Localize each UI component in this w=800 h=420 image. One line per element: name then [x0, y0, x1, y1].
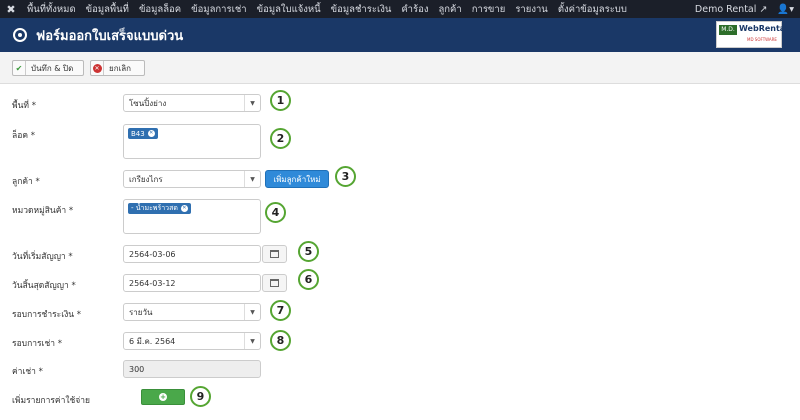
- area-label: พื้นที่ *: [12, 101, 36, 111]
- lock-tag: B43 ✕: [128, 128, 158, 139]
- add-customer-button[interactable]: เพิ่มลูกค้าใหม่: [265, 170, 329, 188]
- rent-round-select[interactable]: 6 มี.ค. 2564 ▼: [123, 332, 261, 350]
- customer-value: เกรียงไกร: [129, 174, 163, 184]
- toolbar: ✔ บันทึก & ปิด ✕ ยกเลิก: [0, 52, 800, 84]
- end-date-label: วันสิ้นสุดสัญญา *: [12, 281, 76, 291]
- cancel-button[interactable]: ✕ ยกเลิก: [90, 60, 145, 76]
- calendar-icon: [270, 250, 279, 258]
- chevron-down-icon: ▼: [244, 304, 260, 320]
- menu-item-payment-data[interactable]: ข้อมูลชำระเงิน: [326, 2, 397, 17]
- category-tag: - น้ำมะพร้าวสด ✕: [128, 203, 191, 214]
- lock-label: ล็อค *: [12, 131, 35, 141]
- start-date-value: 2564-03-06: [129, 249, 176, 259]
- site-name: Demo Rental: [694, 3, 757, 15]
- add-expense-label: เพิ่มรายการค่าใช้จ่าย: [12, 396, 91, 406]
- payment-round-select[interactable]: รายวัน ▼: [123, 303, 261, 321]
- payment-round-label: รอบการชำระเงิน *: [12, 310, 82, 320]
- joomla-icon[interactable]: ✖: [0, 3, 22, 16]
- payment-round-value: รายวัน: [129, 307, 153, 317]
- save-close-label: บันทึก & ปิด: [31, 63, 74, 73]
- category-tag-text: - น้ำมะพร้าวสด: [131, 204, 178, 212]
- step-marker-7: 7: [270, 300, 291, 321]
- cancel-icon: ✕: [91, 61, 104, 75]
- step-marker-1: 1: [270, 90, 291, 111]
- site-link[interactable]: Demo Rental ↗: [695, 4, 767, 15]
- area-select[interactable]: โซนปิ้งย่าง ▼: [123, 94, 261, 112]
- customer-label: ลูกค้า *: [12, 177, 40, 187]
- menu-item-rental-data[interactable]: ข้อมูลการเช่า: [186, 2, 252, 17]
- step-marker-9: 9: [190, 386, 211, 407]
- step-marker-4: 4: [265, 202, 286, 223]
- calendar-icon: [270, 279, 279, 287]
- lock-multiselect[interactable]: B43 ✕: [123, 124, 261, 159]
- step-marker-5: 5: [298, 241, 319, 262]
- rent-fee-field: 300: [123, 360, 261, 378]
- top-navbar: ✖ พื้นที่ทั้งหมด ข้อมูลพื้นที่ ข้อมูลล็อ…: [0, 0, 800, 18]
- end-date-input[interactable]: 2564-03-12: [123, 274, 261, 292]
- area-value: โซนปิ้งย่าง: [129, 98, 167, 108]
- menu-item-area-data[interactable]: ข้อมูลพื้นที่: [81, 2, 134, 17]
- user-icon[interactable]: 👤▾: [777, 4, 794, 15]
- end-date-value: 2564-03-12: [129, 278, 176, 288]
- logo-brand: WebRental: [739, 24, 788, 33]
- page-header: ฟอร์มออกใบเสร็จแบบด่วน M.D. WebRental MD…: [0, 18, 800, 52]
- menu-item-lock-data[interactable]: ข้อมูลล็อค: [134, 2, 186, 17]
- rent-fee-value: 300: [129, 364, 145, 374]
- navbar-right: Demo Rental ↗ 👤▾: [695, 0, 794, 18]
- logo-md: M.D.: [719, 25, 737, 35]
- add-expense-button[interactable]: +: [141, 389, 185, 405]
- main-menu: พื้นที่ทั้งหมด ข้อมูลพื้นที่ ข้อมูลล็อค …: [22, 2, 632, 17]
- step-marker-2: 2: [270, 128, 291, 149]
- plus-icon: +: [159, 393, 167, 401]
- rent-round-label: รอบการเช่า *: [12, 339, 62, 349]
- save-close-button[interactable]: ✔ บันทึก & ปิด: [12, 60, 84, 76]
- category-label: หมวดหมู่สินค้า *: [12, 206, 74, 216]
- remove-tag-icon[interactable]: ✕: [180, 205, 188, 212]
- step-marker-8: 8: [270, 330, 291, 351]
- rent-round-value: 6 มี.ค. 2564: [129, 336, 176, 346]
- menu-item-sales[interactable]: การขาย: [467, 2, 511, 17]
- start-date-calendar-button[interactable]: [262, 245, 287, 263]
- menu-item-all-areas[interactable]: พื้นที่ทั้งหมด: [22, 2, 81, 17]
- external-link-icon: ↗: [759, 3, 768, 15]
- chevron-down-icon: ▼: [244, 333, 260, 349]
- remove-tag-icon[interactable]: ✕: [147, 130, 155, 137]
- rent-fee-label: ค่าเช่า *: [12, 367, 43, 377]
- start-date-label: วันที่เริ่มสัญญา *: [12, 252, 73, 262]
- webrental-logo: M.D. WebRental MD SOFTWARE: [716, 21, 788, 48]
- step-marker-3: 3: [335, 166, 356, 187]
- menu-item-requests[interactable]: คำร้อง: [396, 2, 433, 17]
- chevron-down-icon: ▼: [244, 171, 260, 187]
- page-title: ฟอร์มออกใบเสร็จแบบด่วน: [36, 28, 184, 44]
- menu-item-reports[interactable]: รายงาน: [510, 2, 552, 17]
- cancel-label: ยกเลิก: [109, 63, 132, 73]
- end-date-calendar-button[interactable]: [262, 274, 287, 292]
- customer-select[interactable]: เกรียงไกร ▼: [123, 170, 261, 188]
- lock-tag-text: B43: [131, 129, 145, 138]
- menu-item-customers[interactable]: ลูกค้า: [433, 2, 466, 17]
- target-icon: [13, 28, 27, 42]
- menu-item-invoice-data[interactable]: ข้อมูลใบแจ้งหนี้: [252, 2, 326, 17]
- step-marker-6: 6: [298, 269, 319, 290]
- check-icon: ✔: [13, 61, 26, 75]
- logo-subtitle: MD SOFTWARE: [747, 37, 777, 42]
- menu-item-settings[interactable]: ตั้งค่าข้อมูลระบบ: [553, 2, 632, 17]
- start-date-input[interactable]: 2564-03-06: [123, 245, 261, 263]
- category-multiselect[interactable]: - น้ำมะพร้าวสด ✕: [123, 199, 261, 234]
- chevron-down-icon: ▼: [244, 95, 260, 111]
